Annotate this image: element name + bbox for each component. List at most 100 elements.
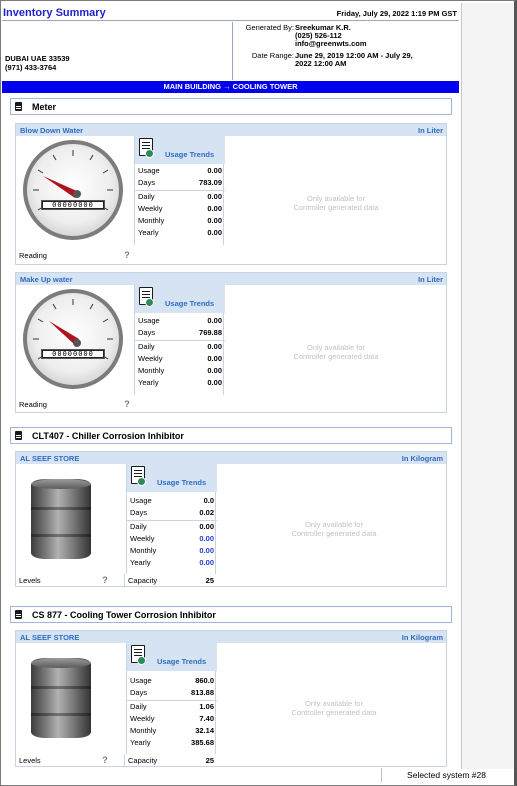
gauge-ticks xyxy=(33,150,113,211)
address-block: DUBAI UAE 33539 (971) 433-3764 xyxy=(5,54,70,72)
panel-unit: In Liter xyxy=(417,275,443,284)
controller-note: Only available for Controller generated d… xyxy=(291,520,377,538)
monthly-row: Monthly 0.00 xyxy=(138,366,222,375)
panel-name: AL SEEF STORE xyxy=(20,633,80,642)
odometer: 00000000 xyxy=(41,349,105,359)
usage-trends-header[interactable]: Usage Trends xyxy=(127,643,217,671)
daily-row: Daily 1.06 xyxy=(130,702,214,711)
generated-by-label: Generated By: xyxy=(245,23,294,32)
panel-unit: In Kilogram xyxy=(401,633,443,642)
panel-name: Make Up water xyxy=(20,275,73,284)
monthly-row: Monthly 0.00 xyxy=(130,546,214,555)
barrel-level-graphic xyxy=(31,658,91,738)
weekly-row: Weekly 0.00 xyxy=(138,204,222,213)
odometer-digits: 00000000 xyxy=(43,202,103,209)
levels-label: Levels xyxy=(19,756,41,765)
section-cs877: CS 877 - Cooling Tower Corrosion Inhibit… xyxy=(10,606,452,623)
section-clt407: CLT407 - Chiller Corrosion Inhibitor xyxy=(10,427,452,444)
usage-trends: Usage Trends Usage 0.00 Days 769.88 Daily 0… xyxy=(134,285,225,395)
address-line-1: DUBAI UAE 33539 xyxy=(5,54,70,63)
report-header: Inventory Summary Friday, July 29, 2022 … xyxy=(2,6,459,21)
monthly-row: Monthly 0.00 xyxy=(138,216,222,225)
panel-header: AL SEEF STORE In Kilogram xyxy=(16,452,446,464)
odometer-digits: 00000000 xyxy=(43,351,103,358)
usage-trends-icon[interactable] xyxy=(131,466,146,486)
usage-row: Usage 860.0 xyxy=(130,676,214,685)
section-title: CS 877 - Cooling Tower Corrosion Inhibit… xyxy=(32,610,216,620)
odometer: 00000000 xyxy=(41,200,105,210)
usage-trends: Usage Trends Usage 860.0 Days 813.88 Daily… xyxy=(126,643,217,754)
location-breadcrumb: MAIN BUILDING → COOLING TOWER xyxy=(2,81,459,93)
usage-trends-label: Usage Trends xyxy=(157,478,207,487)
yearly-row: Yearly 385.68 xyxy=(130,738,214,747)
controller-note: Only available for Controller generated d… xyxy=(291,699,377,717)
yearly-row: Yearly 0.00 xyxy=(130,558,214,567)
days-row: Days 813.88 xyxy=(130,688,214,697)
panel-name: Blow Down Water xyxy=(20,126,84,135)
help-icon[interactable]: ? xyxy=(122,399,132,409)
controller-note: Only available for Controller generated d… xyxy=(293,343,379,361)
usage-trends-label: Usage Trends xyxy=(165,299,215,308)
report-page: Inventory Summary Friday, July 29, 2022 … xyxy=(2,6,459,770)
report-title: Inventory Summary xyxy=(3,7,106,19)
usage-trends-header[interactable]: Usage Trends xyxy=(135,136,225,164)
meter-panel-blow-down: Blow Down Water In Liter 00000000 Usage … xyxy=(15,123,447,265)
help-icon[interactable]: ? xyxy=(122,250,132,260)
help-icon[interactable]: ? xyxy=(100,575,110,585)
section-title: Meter xyxy=(32,102,57,112)
meter-gauge: 00000000 xyxy=(23,289,123,389)
usage-row: Usage 0.0 xyxy=(130,496,214,505)
meter-panel-make-up: Make Up water In Liter 00000000 Usage Tr… xyxy=(15,272,447,413)
usage-trends-label: Usage Trends xyxy=(157,657,207,666)
document-icon xyxy=(15,610,22,619)
weekly-row: Weekly 0.00 xyxy=(138,354,222,363)
usage-trends-icon[interactable] xyxy=(139,287,154,307)
date-range-label: Date Range: xyxy=(251,51,294,60)
address-line-2: (971) 433-3764 xyxy=(5,63,57,72)
capacity-label: Capacity xyxy=(128,576,158,585)
capacity-label: Capacity xyxy=(128,756,158,765)
days-row: Days 783.09 xyxy=(138,178,222,187)
usage-row: Usage 0.00 xyxy=(138,166,222,175)
reading-label: Reading xyxy=(19,251,47,260)
gauge-ticks xyxy=(33,299,113,360)
yearly-row: Yearly 0.00 xyxy=(138,228,222,237)
days-row: Days 0.02 xyxy=(130,508,214,517)
meter-gauge: 00000000 xyxy=(23,140,123,240)
usage-trends-icon[interactable] xyxy=(139,138,154,158)
daily-row: Daily 0.00 xyxy=(138,192,222,201)
levels-label: Levels xyxy=(19,576,41,585)
capacity-value: 25 xyxy=(205,756,214,765)
yearly-row: Yearly 0.00 xyxy=(138,378,222,387)
monthly-row: Monthly 32.14 xyxy=(130,726,214,735)
barrel-level-graphic xyxy=(31,479,91,559)
document-icon xyxy=(15,102,22,111)
help-icon[interactable]: ? xyxy=(100,755,110,765)
panel-header: Make Up water In Liter xyxy=(16,273,446,285)
scrollbar-area[interactable] xyxy=(461,3,514,769)
weekly-row: Weekly 0.00 xyxy=(130,534,214,543)
usage-trends-header[interactable]: Usage Trends xyxy=(127,464,217,492)
generated-by-email: info@greenwts.com xyxy=(295,39,367,48)
report-info: DUBAI UAE 33539 (971) 433-3764 Generated… xyxy=(2,22,459,80)
daily-row: Daily 0.00 xyxy=(130,522,214,531)
status-bar-selected-system: Selected system #28 xyxy=(381,768,511,782)
usage-row: Usage 0.00 xyxy=(138,316,222,325)
section-meter: Meter xyxy=(10,98,452,115)
panel-unit: In Liter xyxy=(417,126,443,135)
reading-label: Reading xyxy=(19,400,47,409)
panel-name: AL SEEF STORE xyxy=(20,454,80,463)
usage-trends-icon[interactable] xyxy=(131,645,146,665)
usage-trends-header[interactable]: Usage Trends xyxy=(135,285,225,313)
section-title: CLT407 - Chiller Corrosion Inhibitor xyxy=(32,431,184,441)
chemical-panel-clt407: AL SEEF STORE In Kilogram Usage Trends U… xyxy=(15,451,447,587)
report-datetime: Friday, July 29, 2022 1:19 PM GST xyxy=(336,9,457,18)
report-meta: Generated By: Sreekumar K.R. (025) 526-1… xyxy=(232,22,459,80)
panel-header: Blow Down Water In Liter xyxy=(16,124,446,136)
controller-note: Only available for Controller generated d… xyxy=(293,194,379,212)
panel-header: AL SEEF STORE In Kilogram xyxy=(16,631,446,643)
usage-trends: Usage Trends Usage 0.0 Days 0.02 Daily 0.00… xyxy=(126,464,217,574)
daily-row: Daily 0.00 xyxy=(138,342,222,351)
days-row: Days 769.88 xyxy=(138,328,222,337)
chemical-panel-cs877: AL SEEF STORE In Kilogram Usage Trends U… xyxy=(15,630,447,767)
